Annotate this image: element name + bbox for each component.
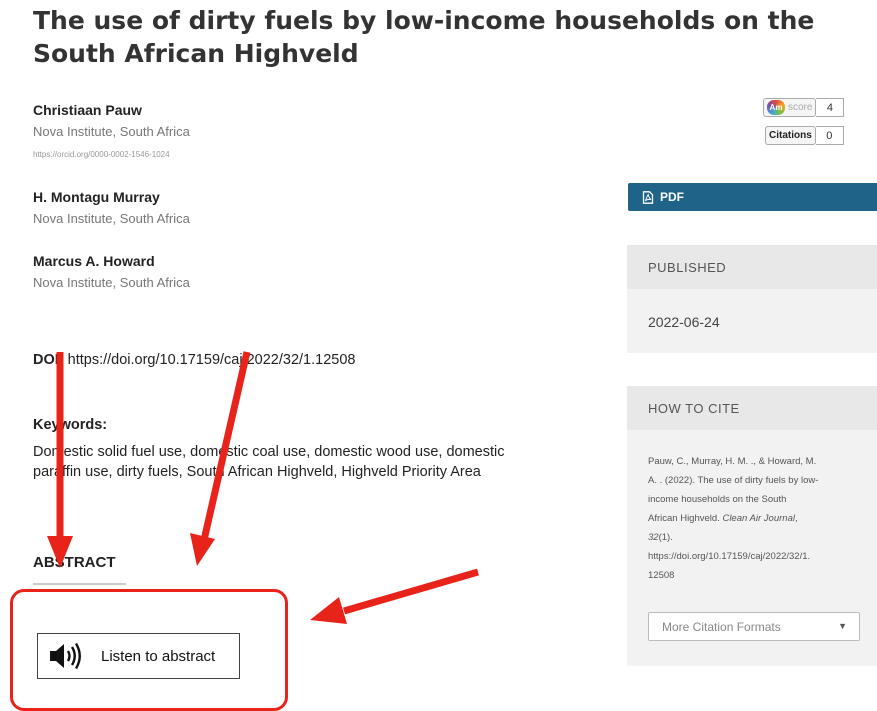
arrow-down-left [47, 352, 73, 568]
arrow-left-to-button [310, 568, 479, 624]
arrow-down-diagonal [190, 351, 251, 566]
annotation-arrows [47, 351, 479, 624]
